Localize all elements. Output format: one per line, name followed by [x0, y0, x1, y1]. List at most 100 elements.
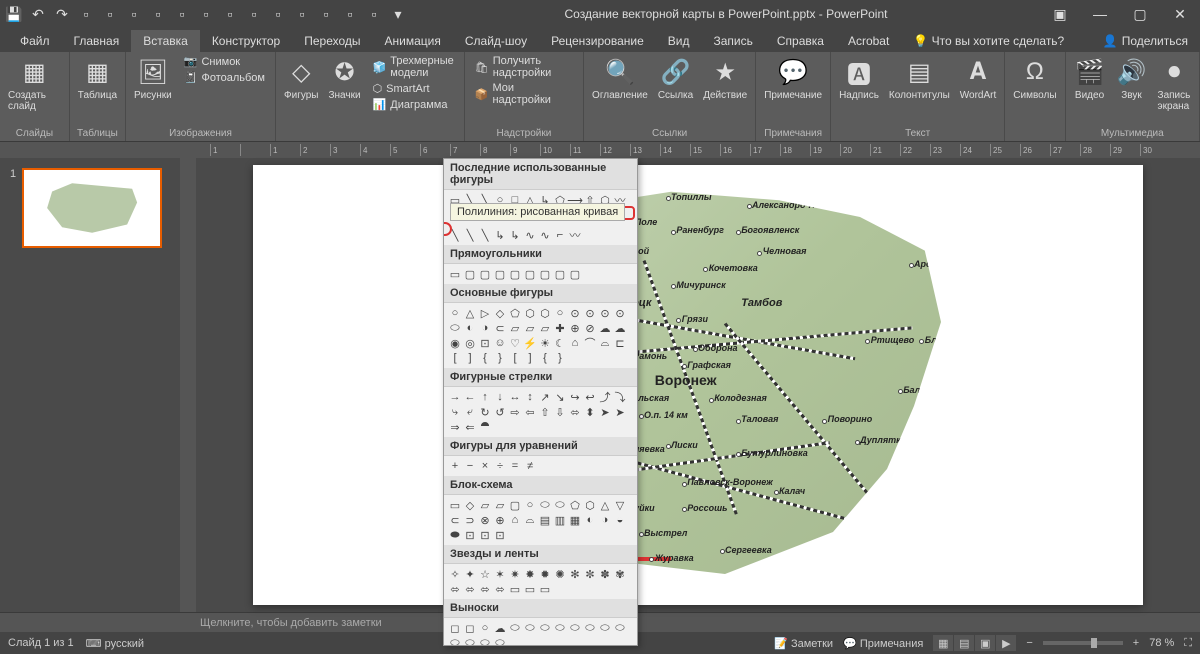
shape-item[interactable]: ☁ [493, 621, 507, 635]
qat-icon[interactable]: ▫ [76, 4, 96, 24]
link-button[interactable]: 🔗Ссылка [656, 54, 695, 103]
shape-item[interactable]: ♡ [508, 336, 522, 350]
shape-item[interactable]: ⊡ [493, 528, 507, 542]
shape-item[interactable]: ╲ [463, 228, 477, 242]
shape-item[interactable]: ⬡ [523, 306, 537, 320]
tab-help[interactable]: Справка [765, 30, 836, 52]
shape-item[interactable]: − [463, 459, 477, 473]
shape-item[interactable]: ◒ [613, 513, 627, 527]
shape-item[interactable]: ⬭ [448, 636, 462, 646]
zoom-in-icon[interactable]: + [1133, 637, 1139, 649]
shape-item[interactable]: ⬠ [508, 306, 522, 320]
shape-item[interactable]: ◑ [598, 513, 612, 527]
zoom-level[interactable]: 78 % [1149, 637, 1174, 649]
tab-home[interactable]: Главная [62, 30, 132, 52]
shape-item[interactable]: ○ [448, 306, 462, 320]
shape-item[interactable]: ⇨ [508, 405, 522, 419]
shape-item[interactable]: ◐ [583, 513, 597, 527]
shape-item[interactable]: ➤ [598, 405, 612, 419]
shape-item[interactable]: ▱ [508, 321, 522, 335]
slideshow-view-icon[interactable]: ▶ [996, 635, 1016, 651]
shape-item[interactable]: ▦ [568, 513, 582, 527]
shape-item[interactable]: ◇ [463, 498, 477, 512]
qat-dropdown-icon[interactable]: ▾ [388, 4, 408, 24]
shape-item[interactable]: ✷ [508, 567, 522, 581]
zoom-button[interactable]: 🔍Оглавление [590, 54, 650, 103]
tab-transitions[interactable]: Переходы [292, 30, 372, 52]
language-status[interactable]: ⌨ русский [86, 637, 144, 650]
tell-me-search[interactable]: 💡 Что вы хотите сделать? [901, 30, 1076, 52]
shape-item[interactable]: ◑ [478, 321, 492, 335]
qat-icon[interactable]: ▫ [244, 4, 264, 24]
zoom-out-icon[interactable]: − [1026, 637, 1032, 649]
shape-item[interactable]: ∿ [523, 228, 537, 242]
photo-album-button[interactable]: 📓 Фотоальбом [180, 70, 269, 85]
shape-item[interactable]: } [553, 351, 567, 365]
shape-item[interactable]: ⬭ [493, 636, 507, 646]
action-button[interactable]: ★Действие [701, 54, 749, 103]
qat-icon[interactable]: ▫ [316, 4, 336, 24]
qat-icon[interactable]: ▫ [292, 4, 312, 24]
shape-item[interactable]: ⬡ [583, 498, 597, 512]
shape-item[interactable]: ⇧ [538, 405, 552, 419]
shape-item[interactable]: ▤ [538, 513, 552, 527]
get-addins-button[interactable]: 🛍 Получить надстройки [471, 54, 577, 80]
shape-item[interactable]: [ [508, 351, 522, 365]
shape-item[interactable]: ⇩ [553, 405, 567, 419]
shape-item[interactable]: ☺ [493, 336, 507, 350]
minimize-icon[interactable]: — [1084, 2, 1116, 26]
shape-item[interactable]: ▭ [523, 582, 537, 596]
shape-item[interactable]: ▱ [493, 498, 507, 512]
shape-item[interactable]: } [493, 351, 507, 365]
shape-item[interactable]: + [448, 459, 462, 473]
shape-item[interactable]: × [478, 459, 492, 473]
shape-item[interactable]: ↗ [538, 390, 552, 404]
shape-item[interactable]: ⬠ [568, 498, 582, 512]
shape-item[interactable]: ▭ [538, 582, 552, 596]
shape-item[interactable]: ▢ [508, 267, 522, 281]
textbox-button[interactable]: 🅰Надпись [837, 54, 881, 103]
qat-icon[interactable]: ▫ [268, 4, 288, 24]
shape-item[interactable]: ☁ [613, 321, 627, 335]
shape-item[interactable]: ⊂ [493, 321, 507, 335]
audio-button[interactable]: 🔊Звук [1114, 54, 1150, 103]
shape-item[interactable]: ◉ [448, 336, 462, 350]
tab-review[interactable]: Рецензирование [539, 30, 656, 52]
slide-canvas[interactable]: Воронеж Липецк Тамбов Белгород ТопиллыАл… [196, 158, 1200, 612]
shape-item[interactable]: ⬄ [568, 405, 582, 419]
shape-item[interactable]: ▢ [553, 267, 567, 281]
zoom-slider[interactable] [1043, 641, 1123, 645]
shape-item[interactable]: ↕ [523, 390, 537, 404]
shape-item[interactable]: ✾ [613, 567, 627, 581]
shape-item[interactable]: ⬭ [613, 621, 627, 635]
shape-item[interactable]: 〰 [568, 228, 582, 242]
qat-icon[interactable]: ▫ [124, 4, 144, 24]
shape-item[interactable]: ⬄ [463, 582, 477, 596]
redo-icon[interactable]: ↷ [52, 4, 72, 24]
shape-item[interactable]: [ [448, 351, 462, 365]
shape-item[interactable]: ⊕ [493, 513, 507, 527]
shape-item[interactable]: ⤷ [448, 405, 462, 419]
shape-item[interactable]: ◇ [493, 306, 507, 320]
shape-item[interactable]: ⌓ [523, 513, 537, 527]
shape-item[interactable]: ✼ [583, 567, 597, 581]
shape-item[interactable]: ☾ [553, 336, 567, 350]
shape-item[interactable]: ⬄ [493, 582, 507, 596]
shape-item[interactable]: ⬭ [523, 621, 537, 635]
ribbon-options-icon[interactable]: ▣ [1044, 2, 1076, 26]
qat-icon[interactable]: ▫ [100, 4, 120, 24]
comments-toggle[interactable]: 💬 Примечания [843, 637, 923, 650]
shape-item[interactable]: ▢ [523, 267, 537, 281]
shape-item[interactable]: { [538, 351, 552, 365]
shape-item[interactable]: { [478, 351, 492, 365]
shape-item[interactable]: ▢ [478, 267, 492, 281]
shape-item[interactable]: ▢ [568, 267, 582, 281]
shape-item[interactable]: ⌐ [553, 228, 567, 242]
shape-item[interactable]: ↳ [493, 228, 507, 242]
shape-item[interactable]: ⌂ [508, 513, 522, 527]
shape-item[interactable]: ▢ [508, 498, 522, 512]
fit-to-window-icon[interactable]: ⛶ [1184, 637, 1192, 650]
shape-item[interactable]: ○ [478, 621, 492, 635]
my-addins-button[interactable]: 📦 Мои надстройки [471, 81, 577, 107]
tab-acrobat[interactable]: Acrobat [836, 30, 901, 52]
